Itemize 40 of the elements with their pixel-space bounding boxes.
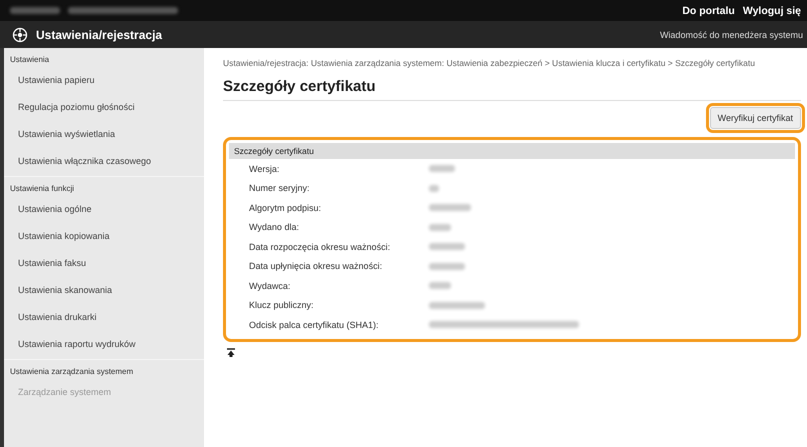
- field-label: Numer seryjny:: [249, 183, 311, 194]
- field-label: Data rozpoczęcia okresu ważności:: [249, 242, 392, 252]
- blurred-value: [429, 204, 471, 212]
- sidebar-item[interactable]: Ustawienia kopiowania: [4, 224, 204, 251]
- field-label: Wersja:: [249, 164, 280, 174]
- field-label: Wydawca:: [249, 280, 292, 291]
- page-title: Szczegóły certyfikatu: [223, 78, 801, 101]
- settings-icon: [12, 26, 28, 42]
- top-link[interactable]: Do portalu: [682, 4, 735, 16]
- top-link[interactable]: Wyloguj się: [742, 4, 801, 16]
- message-link[interactable]: Wiadomość do menedżera systemu: [660, 30, 803, 40]
- blurred-text: [10, 7, 60, 14]
- sidebar-item[interactable]: Ustawienia ogólne: [4, 197, 204, 224]
- field-label: Algorytm podpisu:: [249, 202, 322, 213]
- blurred-value: [429, 224, 451, 231]
- sidebar-item[interactable]: Ustawienia wyświetlania: [4, 122, 204, 149]
- sidebar-item[interactable]: Regulacja poziomu głośności: [4, 95, 204, 122]
- blurred-value: [429, 184, 439, 192]
- blurred-value: [429, 282, 451, 290]
- panel-header: Szczegóły certyfikatu: [229, 143, 795, 159]
- sidebar-item[interactable]: Ustawienia papieru: [4, 68, 204, 95]
- blurred-value: [429, 243, 465, 250]
- sidebar-item[interactable]: Ustawienia skanowania: [4, 278, 204, 305]
- field-label: Klucz publiczny:: [249, 300, 315, 310]
- back-to-top-icon[interactable]: [227, 348, 235, 356]
- blurred-value: [429, 165, 455, 172]
- field-label: Odcisk palca certyfikatu (SHA1):: [249, 320, 380, 330]
- sidebar-section-title: Ustawienia: [9, 54, 50, 66]
- sidebar-item[interactable]: Ustawienia raportu wydruków: [4, 332, 204, 359]
- breadcrumb: Ustawienia/rejestracja: Ustawienia zarządzania systemem: Ustawienia zabezpieczeń > Ustawienia klucza i certyfikatu > Szczegóły certyfikatu: [223, 58, 756, 68]
- sidebar-item[interactable]: Ustawienia faksu: [4, 251, 204, 278]
- sidebar-item[interactable]: Ustawienia drukarki: [4, 305, 204, 332]
- sidebar-section-title: Ustawienia funkcji: [4, 176, 204, 197]
- sidebar-item[interactable]: Ustawienia włącznika czasowego: [4, 149, 204, 176]
- blurred-value: [429, 262, 465, 270]
- blurred-value: [429, 302, 485, 309]
- field-label: Wydano dla:: [249, 222, 300, 232]
- sidebar-section-title: Ustawienia zarządzania systemem: [4, 359, 204, 380]
- header-title: Ustawienia/rejestracja: [36, 28, 162, 42]
- field-label: Data upłynięcia okresu ważności:: [249, 261, 384, 272]
